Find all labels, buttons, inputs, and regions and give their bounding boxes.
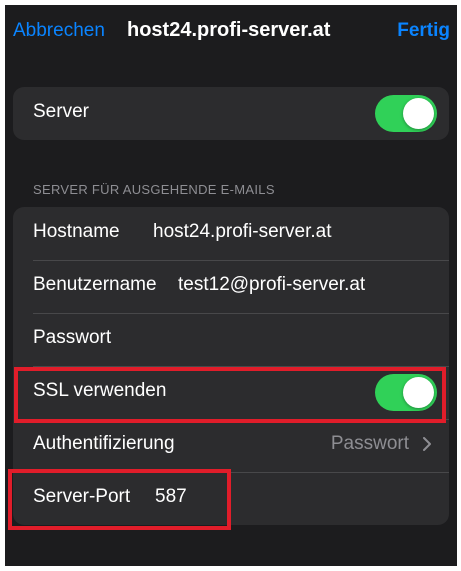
username-row[interactable]: Benutzername test12@profi-server.at bbox=[13, 260, 449, 313]
username-label: Benutzername bbox=[33, 274, 157, 295]
navigation-bar: Abbrechen host24.profi-server.at Fertig bbox=[5, 5, 457, 63]
hostname-row[interactable]: Hostname host24.profi-server.at bbox=[13, 207, 449, 260]
server-row[interactable]: Server bbox=[13, 87, 449, 140]
outgoing-section-header: SERVER FÜR AUSGEHENDE E-MAILS bbox=[33, 182, 275, 197]
ssl-label: SSL verwenden bbox=[33, 380, 167, 401]
toggle-knob bbox=[403, 98, 434, 129]
toggle-knob bbox=[403, 377, 434, 408]
server-group: Server bbox=[13, 87, 449, 140]
password-label: Passwort bbox=[33, 327, 112, 348]
hostname-label: Hostname bbox=[33, 221, 120, 242]
server-label: Server bbox=[33, 101, 89, 122]
outgoing-server-group: Hostname host24.profi-server.at Benutzer… bbox=[13, 207, 449, 525]
authentication-row[interactable]: Authentifizierung Passwort bbox=[13, 419, 449, 472]
mail-server-settings-screen: Abbrechen host24.profi-server.at Fertig … bbox=[5, 5, 457, 566]
authentication-label: Authentifizierung bbox=[33, 433, 175, 454]
server-toggle[interactable] bbox=[375, 95, 437, 132]
server-port-row[interactable]: Server-Port 587 bbox=[13, 472, 449, 525]
hostname-field[interactable]: host24.profi-server.at bbox=[153, 221, 331, 243]
page-title: host24.profi-server.at bbox=[127, 19, 331, 41]
authentication-value: Passwort bbox=[330, 433, 409, 454]
password-row[interactable]: Passwort bbox=[13, 313, 449, 366]
ssl-toggle[interactable] bbox=[375, 374, 437, 411]
done-button[interactable]: Fertig bbox=[397, 20, 450, 42]
ssl-row[interactable]: SSL verwenden bbox=[13, 366, 449, 419]
server-port-label: Server-Port bbox=[33, 486, 131, 507]
server-port-field[interactable]: 587 bbox=[155, 486, 187, 508]
chevron-right-icon bbox=[423, 437, 431, 451]
cancel-button[interactable]: Abbrechen bbox=[13, 20, 105, 42]
username-field[interactable]: test12@profi-server.at bbox=[178, 274, 365, 296]
